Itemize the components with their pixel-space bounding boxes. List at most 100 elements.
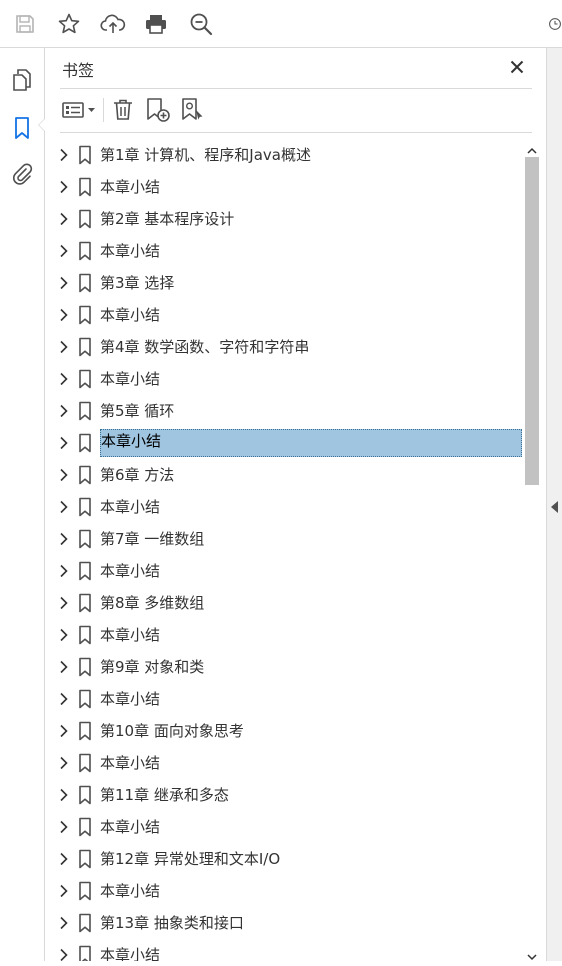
collapse-arrow-icon[interactable] bbox=[551, 498, 559, 513]
bookmark-icon bbox=[77, 177, 93, 197]
chevron-right-icon[interactable] bbox=[56, 371, 72, 387]
bookmark-label[interactable]: 本章小结 bbox=[100, 429, 522, 457]
chevron-right-icon[interactable] bbox=[56, 499, 72, 515]
clock-icon[interactable] bbox=[548, 9, 562, 39]
bookmark-label[interactable]: 本章小结 bbox=[100, 625, 160, 645]
chevron-right-icon[interactable] bbox=[56, 755, 72, 771]
bookmark-item[interactable]: 第5章 循环 bbox=[46, 395, 524, 427]
chevron-right-icon[interactable] bbox=[56, 851, 72, 867]
bookmark-label[interactable]: 本章小结 bbox=[100, 817, 160, 837]
chevron-right-icon[interactable] bbox=[56, 627, 72, 643]
chevron-right-icon[interactable] bbox=[56, 595, 72, 611]
bookmark-item[interactable]: 第10章 面向对象思考 bbox=[46, 715, 524, 747]
bookmark-item[interactable]: 第1章 计算机、程序和Java概述 bbox=[46, 139, 524, 171]
chevron-right-icon[interactable] bbox=[56, 947, 72, 961]
chevron-right-icon[interactable] bbox=[56, 691, 72, 707]
chevron-right-icon[interactable] bbox=[56, 915, 72, 931]
bookmark-item[interactable]: 第3章 选择 bbox=[46, 267, 524, 299]
bookmark-label[interactable]: 本章小结 bbox=[100, 177, 160, 197]
bookmark-label[interactable]: 本章小结 bbox=[100, 753, 160, 773]
chevron-right-icon[interactable] bbox=[56, 435, 72, 451]
bookmark-label[interactable]: 本章小结 bbox=[100, 305, 160, 325]
print-icon[interactable] bbox=[141, 9, 171, 39]
zoom-out-icon[interactable] bbox=[186, 9, 216, 39]
chevron-right-icon[interactable] bbox=[56, 211, 72, 227]
bookmark-label[interactable]: 第2章 基本程序设计 bbox=[100, 209, 234, 229]
bookmark-item[interactable]: 第6章 方法 bbox=[46, 459, 524, 491]
attachment-icon[interactable] bbox=[8, 160, 36, 188]
upload-cloud-icon[interactable] bbox=[98, 9, 128, 39]
bookmark-item[interactable]: 本章小结 bbox=[46, 747, 524, 779]
bookmark-item[interactable]: 第8章 多维数组 bbox=[46, 587, 524, 619]
bookmark-item[interactable]: 第13章 抽象类和接口 bbox=[46, 907, 524, 939]
chevron-right-icon[interactable] bbox=[56, 339, 72, 355]
delete-icon[interactable] bbox=[110, 96, 136, 124]
bookmark-label[interactable]: 本章小结 bbox=[100, 497, 160, 517]
bookmark-label[interactable]: 第12章 异常处理和文本I/O bbox=[100, 849, 280, 869]
bookmark-label[interactable]: 第13章 抽象类和接口 bbox=[100, 913, 244, 933]
bookmark-item[interactable]: 本章小结 bbox=[46, 363, 524, 395]
bookmark-item[interactable]: 本章小结 bbox=[46, 619, 524, 651]
bookmark-item[interactable]: 本章小结 bbox=[46, 491, 524, 523]
bookmark-item[interactable]: 本章小结 bbox=[46, 299, 524, 331]
bookmark-label[interactable]: 第8章 多维数组 bbox=[100, 593, 204, 613]
bookmark-item[interactable]: 本章小结 bbox=[46, 875, 524, 907]
chevron-right-icon[interactable] bbox=[56, 307, 72, 323]
scroll-up-icon[interactable] bbox=[527, 141, 537, 154]
chevron-right-icon[interactable] bbox=[56, 179, 72, 195]
find-bookmark-icon[interactable] bbox=[179, 96, 207, 124]
bookmark-item[interactable]: 本章小结 bbox=[46, 939, 524, 961]
scroll-down-icon[interactable] bbox=[527, 947, 537, 961]
bookmark-label[interactable]: 本章小结 bbox=[100, 561, 160, 581]
bookmark-label[interactable]: 第9章 对象和类 bbox=[100, 657, 204, 677]
chevron-right-icon[interactable] bbox=[56, 787, 72, 803]
bookmark-label[interactable]: 第3章 选择 bbox=[100, 273, 174, 293]
bookmark-label[interactable]: 第7章 一维数组 bbox=[100, 529, 204, 549]
chevron-right-icon[interactable] bbox=[56, 147, 72, 163]
chevron-right-icon[interactable] bbox=[56, 403, 72, 419]
bookmark-item[interactable]: 第9章 对象和类 bbox=[46, 651, 524, 683]
bookmark-item[interactable]: 第7章 一维数组 bbox=[46, 523, 524, 555]
bookmark-label[interactable]: 第10章 面向对象思考 bbox=[100, 721, 244, 741]
add-bookmark-icon[interactable] bbox=[144, 96, 172, 124]
chevron-right-icon[interactable] bbox=[56, 659, 72, 675]
bookmark-label[interactable]: 第5章 循环 bbox=[100, 401, 174, 421]
bookmark-item[interactable]: 本章小结 bbox=[46, 555, 524, 587]
chevron-right-icon[interactable] bbox=[56, 819, 72, 835]
bookmark-item[interactable]: 本章小结 bbox=[46, 171, 524, 203]
bookmark-label[interactable]: 第4章 数学函数、字符和字符串 bbox=[100, 337, 309, 357]
bookmark-item[interactable]: 第11章 继承和多态 bbox=[46, 779, 524, 811]
bookmark-item[interactable]: 本章小结 bbox=[46, 811, 524, 843]
pages-icon[interactable] bbox=[8, 66, 36, 94]
options-menu-icon[interactable] bbox=[60, 96, 98, 124]
bookmark-label[interactable]: 第6章 方法 bbox=[100, 465, 174, 485]
bookmark-label[interactable]: 第11章 继承和多态 bbox=[100, 785, 229, 805]
toolbar-divider bbox=[103, 98, 104, 122]
save-icon[interactable] bbox=[10, 9, 40, 39]
bookmark-label[interactable]: 本章小结 bbox=[100, 945, 160, 961]
close-icon[interactable] bbox=[506, 56, 528, 78]
bookmark-item[interactable]: 第12章 异常处理和文本I/O bbox=[46, 843, 524, 875]
scrollbar-thumb[interactable] bbox=[525, 157, 539, 485]
bookmark-item[interactable]: 本章小结 bbox=[46, 235, 524, 267]
bookmark-label[interactable]: 本章小结 bbox=[100, 689, 160, 709]
chevron-right-icon[interactable] bbox=[56, 723, 72, 739]
chevron-right-icon[interactable] bbox=[56, 275, 72, 291]
bookmark-label[interactable]: 本章小结 bbox=[100, 369, 160, 389]
bookmark-item[interactable]: 本章小结 bbox=[46, 683, 524, 715]
chevron-right-icon[interactable] bbox=[56, 563, 72, 579]
chevron-right-icon[interactable] bbox=[56, 883, 72, 899]
bookmark-label[interactable]: 第1章 计算机、程序和Java概述 bbox=[100, 145, 311, 165]
chevron-right-icon[interactable] bbox=[56, 531, 72, 547]
bookmark-item[interactable]: 第4章 数学函数、字符和字符串 bbox=[46, 331, 524, 363]
bookmark-item[interactable]: 第2章 基本程序设计 bbox=[46, 203, 524, 235]
bookmark-icon[interactable] bbox=[8, 114, 36, 142]
chevron-right-icon[interactable] bbox=[56, 243, 72, 259]
chevron-right-icon[interactable] bbox=[56, 467, 72, 483]
star-icon[interactable] bbox=[54, 9, 84, 39]
vertical-scrollbar[interactable] bbox=[524, 139, 540, 961]
bookmark-label[interactable]: 本章小结 bbox=[100, 881, 160, 901]
bookmark-label[interactable]: 本章小结 bbox=[100, 241, 160, 261]
panel-splitter[interactable] bbox=[546, 48, 562, 961]
bookmark-item[interactable]: 本章小结 bbox=[46, 427, 524, 459]
